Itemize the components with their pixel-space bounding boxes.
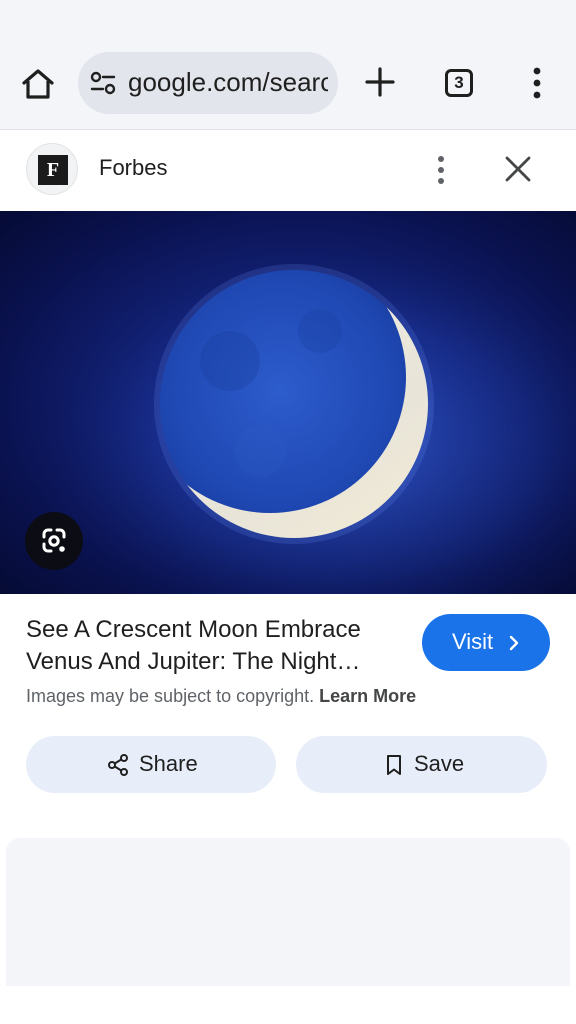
result-title-line2: Venus And Jupiter: The Night… xyxy=(26,648,361,675)
copyright-text: Images may be subject to copyright. xyxy=(26,686,315,706)
browser-toolbar: google.com/search 3 xyxy=(0,0,576,130)
related-results-panel xyxy=(6,838,570,986)
tab-switcher-button[interactable]: 3 xyxy=(445,69,473,97)
more-vert-icon[interactable] xyxy=(434,154,448,186)
share-icon xyxy=(108,754,128,776)
close-icon[interactable] xyxy=(503,154,533,184)
share-button[interactable]: Share xyxy=(26,736,276,793)
new-tab-icon[interactable] xyxy=(364,66,396,98)
copyright-notice: Images may be subject to copyright. Lear… xyxy=(26,686,416,707)
forbes-logo: F xyxy=(38,155,68,185)
result-title[interactable]: See A Crescent Moon Embrace Venus And Ju… xyxy=(26,614,406,678)
google-lens-button[interactable] xyxy=(25,512,83,570)
source-header xyxy=(0,130,576,210)
visit-button-label: Visit xyxy=(452,629,494,654)
save-button[interactable]: Save xyxy=(296,736,547,793)
url-text[interactable]: google.com/search xyxy=(128,67,328,98)
home-icon[interactable] xyxy=(20,66,56,102)
share-label: Share xyxy=(139,751,198,776)
source-name[interactable]: Forbes xyxy=(99,155,167,181)
save-label: Save xyxy=(414,751,465,776)
address-bar[interactable]: google.com/search xyxy=(78,52,338,114)
visit-button[interactable]: Visit xyxy=(422,614,550,671)
more-vert-icon[interactable] xyxy=(530,67,544,99)
result-title-line1: See A Crescent Moon Embrace xyxy=(26,616,361,643)
source-favicon[interactable]: F xyxy=(26,143,78,195)
bookmark-icon xyxy=(387,755,401,775)
chevron-right-icon xyxy=(509,635,519,651)
learn-more-link[interactable]: Learn More xyxy=(319,686,416,706)
result-image[interactable] xyxy=(0,211,576,594)
google-lens-icon xyxy=(42,528,66,553)
tune-icon[interactable] xyxy=(90,71,116,95)
